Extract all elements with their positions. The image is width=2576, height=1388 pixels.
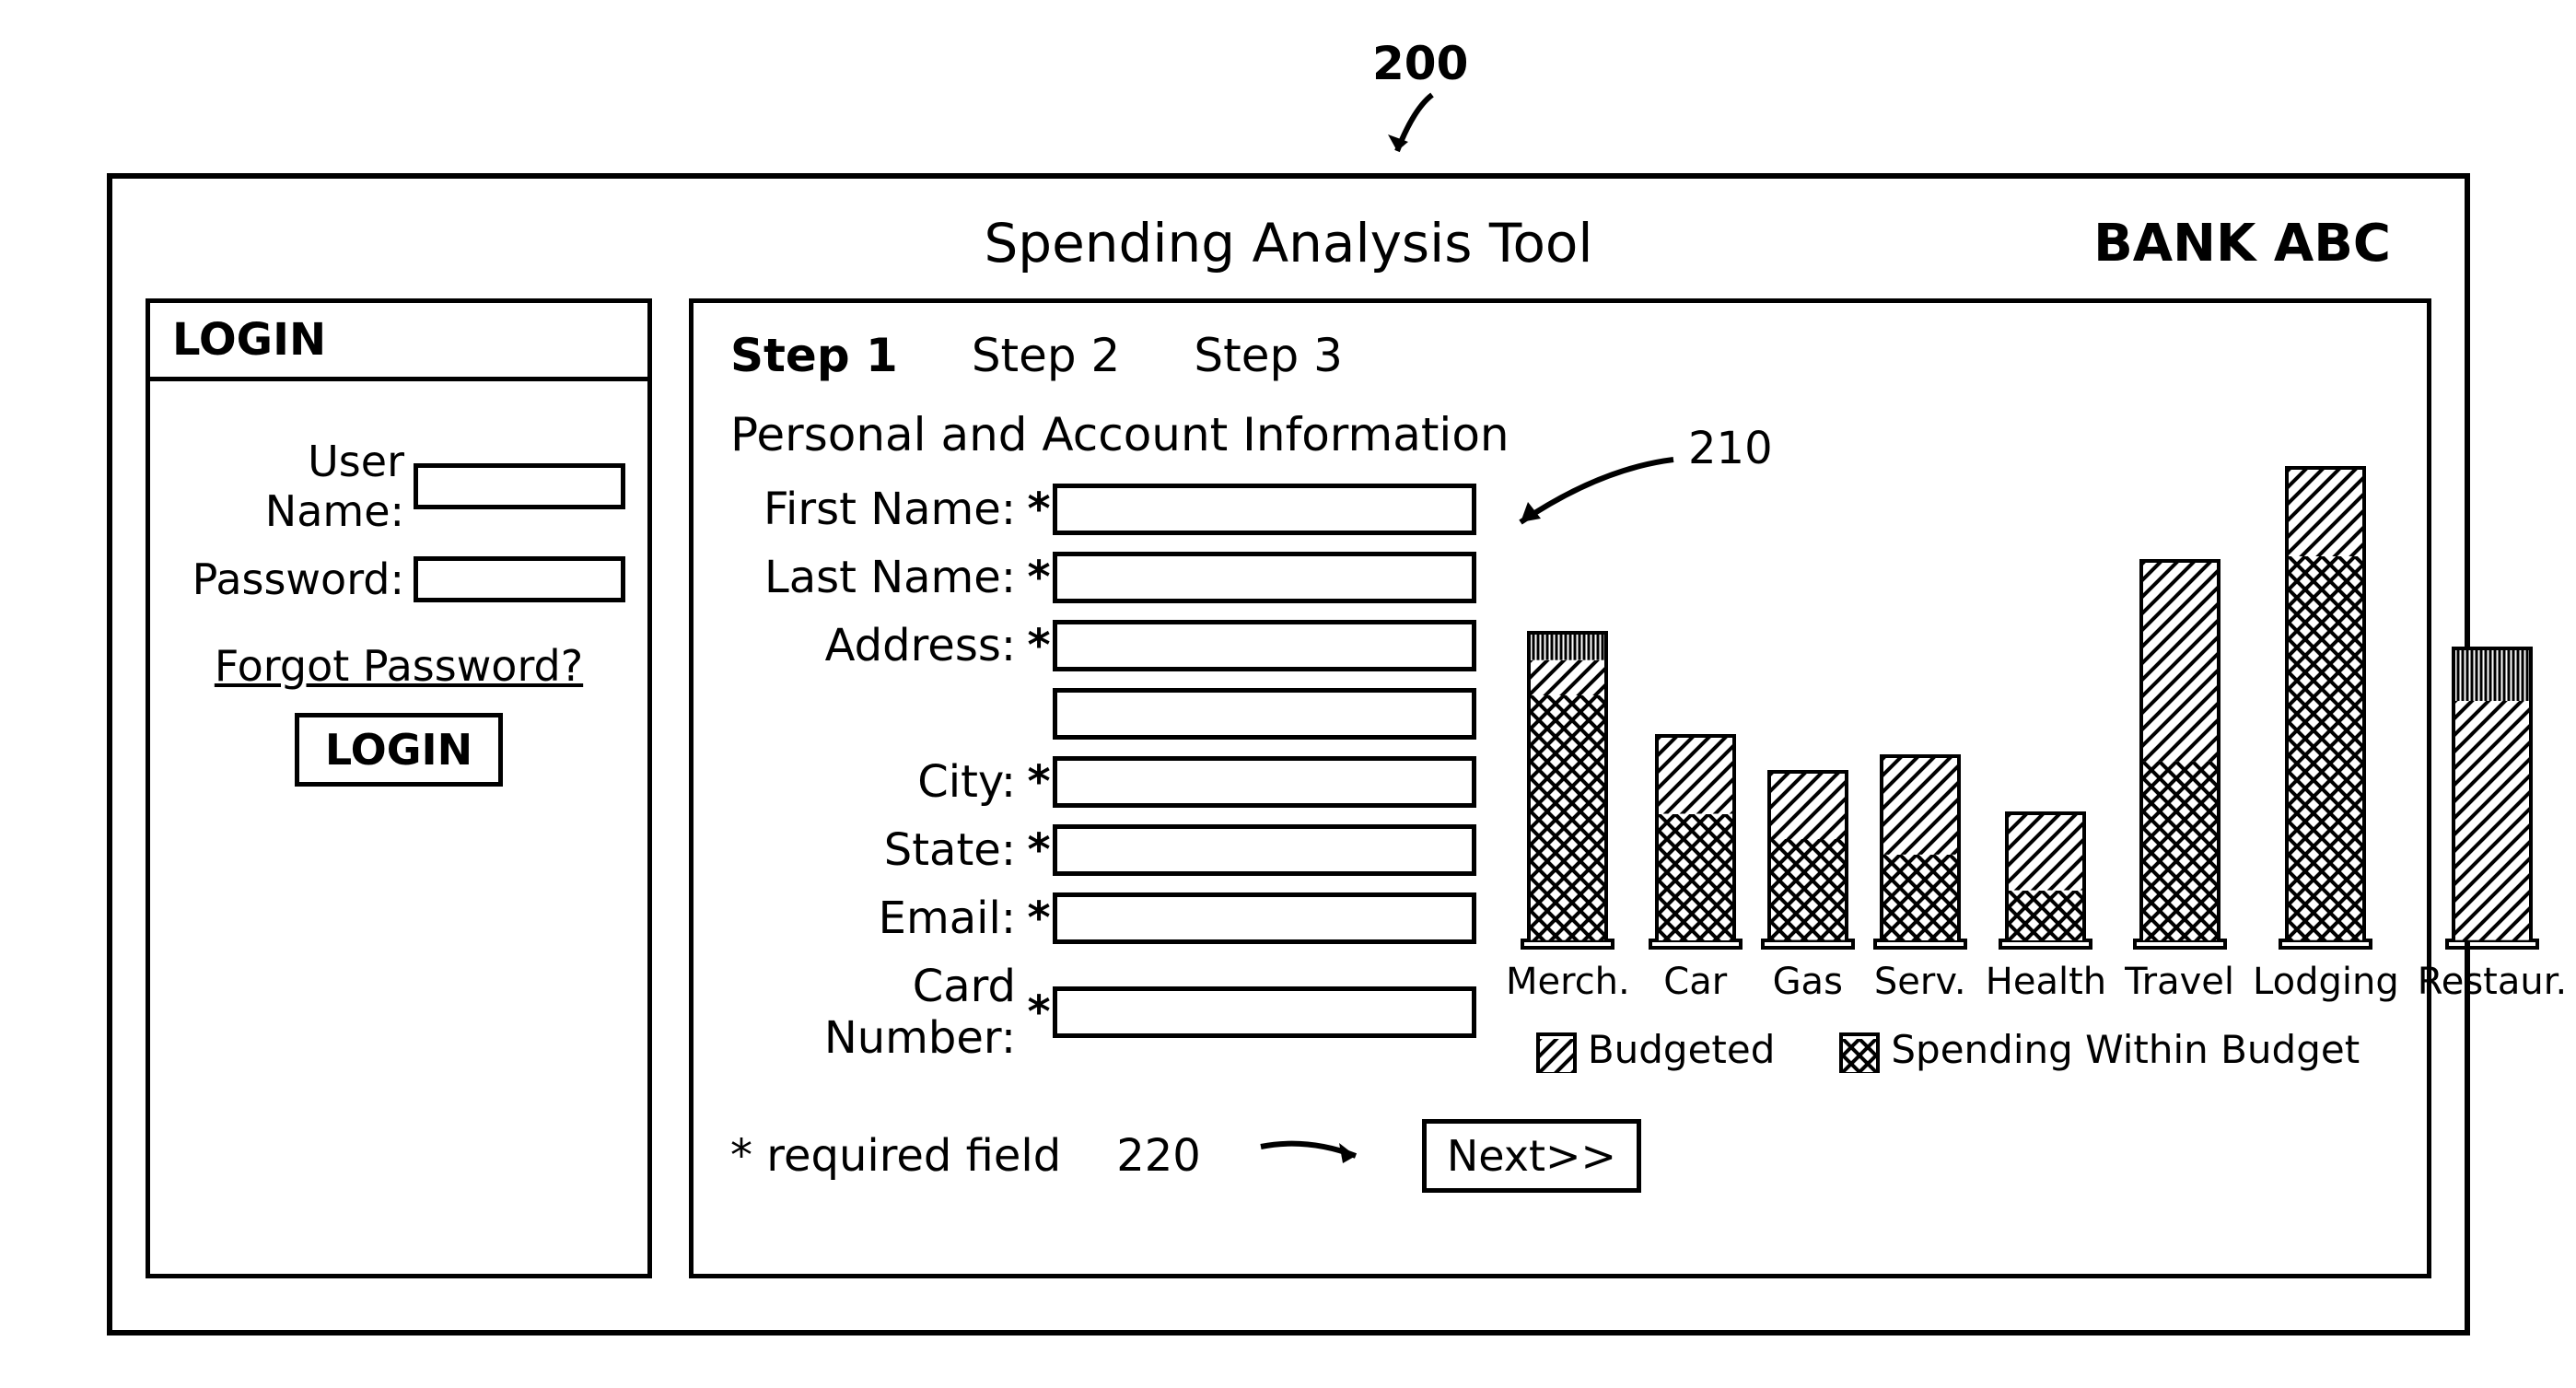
figure-label: 200 xyxy=(1372,37,1468,90)
required-star-icon: * xyxy=(1025,552,1053,603)
legend-label-spending: Spending Within Budget xyxy=(1891,1027,2360,1072)
arrow-icon xyxy=(1386,90,1451,164)
category-label: Gas xyxy=(1773,961,1843,1003)
required-star-icon: * xyxy=(1025,824,1053,876)
address-line2-input[interactable] xyxy=(1053,688,1476,740)
bar-column: Serv. xyxy=(1873,754,1967,1003)
password-label: Password: xyxy=(172,554,414,604)
first-name-label: First Name: xyxy=(730,484,1025,535)
titlebar: Spending Analysis Tool BANK ABC xyxy=(112,179,2465,298)
state-label: State: xyxy=(730,824,1025,876)
state-input[interactable] xyxy=(1053,824,1476,876)
required-star-icon: * xyxy=(1025,986,1053,1038)
bar-column: Merch. xyxy=(1506,631,1630,1003)
next-button[interactable]: Next>> xyxy=(1422,1119,1641,1193)
legend-label-budgeted: Budgeted xyxy=(1588,1027,1776,1072)
bar xyxy=(1880,754,1961,940)
spending-chart: Merch.CarGasServ.HealthTravelLodgingRest… xyxy=(1506,450,2390,1073)
login-button[interactable]: LOGIN xyxy=(295,713,503,787)
bar-column: Lodging xyxy=(2253,466,2399,1003)
app-window: Spending Analysis Tool BANK ABC LOGIN Us… xyxy=(107,173,2470,1336)
category-label: Merch. xyxy=(1506,961,1630,1003)
bank-name: BANK ABC xyxy=(2093,214,2391,274)
main-panel: Step 1 Step 2 Step 3 Personal and Accoun… xyxy=(689,298,2431,1278)
legend-swatch-budgeted xyxy=(1536,1032,1577,1073)
category-label: Health xyxy=(1986,961,2106,1003)
bar xyxy=(2139,559,2220,940)
card-number-input[interactable] xyxy=(1053,986,1476,1038)
last-name-input[interactable] xyxy=(1053,552,1476,603)
address-label: Address: xyxy=(730,620,1025,671)
bar xyxy=(2452,647,2533,940)
category-label: Restaur. xyxy=(2418,961,2567,1003)
login-header: LOGIN xyxy=(150,303,647,381)
bar-column: Car xyxy=(1649,734,1743,1003)
bar-column: Restaur. xyxy=(2418,647,2567,1003)
city-input[interactable] xyxy=(1053,756,1476,808)
legend-swatch-spending xyxy=(1839,1032,1880,1073)
bar xyxy=(1527,631,1608,940)
login-panel: LOGIN User Name: Password: Forgot Passwo… xyxy=(146,298,652,1278)
category-label: Car xyxy=(1663,961,1727,1003)
bar xyxy=(2285,466,2366,940)
city-label: City: xyxy=(730,756,1025,808)
bar xyxy=(1767,770,1848,940)
bar xyxy=(2005,811,2086,940)
category-label: Serv. xyxy=(1874,961,1966,1003)
step-tabs: Step 1 Step 2 Step 3 xyxy=(730,329,2390,382)
password-input[interactable] xyxy=(414,556,625,602)
bar-column: Health xyxy=(1986,811,2106,1003)
forgot-password-link[interactable]: Forgot Password? xyxy=(215,641,583,691)
step-3-tab[interactable]: Step 3 xyxy=(1194,329,1343,382)
required-note: * required field xyxy=(730,1130,1061,1182)
card-number-label: Card Number: xyxy=(730,961,1025,1064)
chart-legend: Budgeted Spending Within Budget xyxy=(1506,1027,2390,1073)
bar-column: Gas xyxy=(1761,770,1855,1003)
bar xyxy=(1655,734,1736,940)
address-line1-input[interactable] xyxy=(1053,620,1476,671)
required-star-icon: * xyxy=(1025,756,1053,808)
required-star-icon: * xyxy=(1025,484,1053,535)
username-input[interactable] xyxy=(414,463,625,509)
required-star-icon: * xyxy=(1025,892,1053,944)
required-star-icon: * xyxy=(1025,620,1053,671)
last-name-label: Last Name: xyxy=(730,552,1025,603)
email-label: Email: xyxy=(730,892,1025,944)
user-info-form: First Name:* Last Name:* Address:* City:… xyxy=(730,484,1504,1064)
category-label: Travel xyxy=(2125,961,2234,1003)
username-label: User Name: xyxy=(172,437,414,536)
first-name-input[interactable] xyxy=(1053,484,1476,535)
category-label: Lodging xyxy=(2253,961,2399,1003)
step-1-tab[interactable]: Step 1 xyxy=(730,329,898,382)
email-input[interactable] xyxy=(1053,892,1476,944)
arrow-icon xyxy=(1256,1133,1367,1179)
bar-column: Travel xyxy=(2125,559,2234,1003)
annotation-220: 220 xyxy=(1116,1130,1201,1182)
step-2-tab[interactable]: Step 2 xyxy=(972,329,1121,382)
